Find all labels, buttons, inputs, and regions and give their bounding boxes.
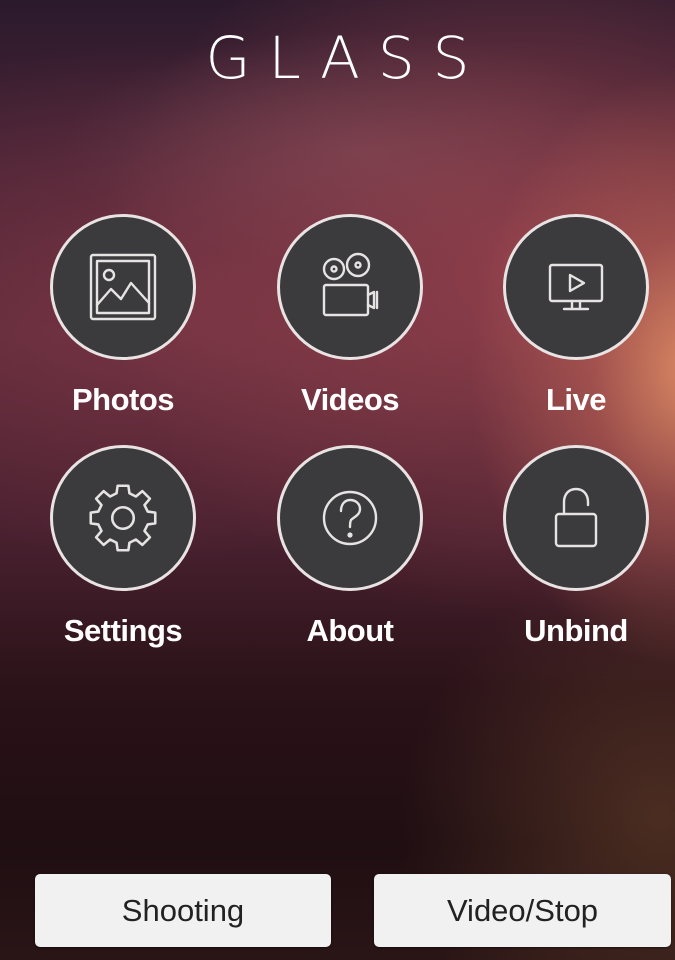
video-stop-button[interactable]: Video/Stop [374, 874, 671, 947]
unbind-button[interactable] [503, 445, 649, 591]
settings-button[interactable] [50, 445, 196, 591]
about-label: About [306, 613, 394, 648]
glass-home-screen: GLASS Photos Videos Live Settings About … [0, 0, 675, 960]
video-camera-icon [322, 252, 379, 317]
settings-label: Settings [63, 613, 183, 648]
about-button[interactable] [277, 445, 423, 591]
question-icon [322, 490, 378, 546]
live-button[interactable] [503, 214, 649, 360]
photo-icon [89, 253, 157, 321]
photos-button[interactable] [50, 214, 196, 360]
videos-button[interactable] [277, 214, 423, 360]
videos-label: Videos [300, 382, 400, 417]
unbind-label: Unbind [524, 613, 628, 648]
unbind-tile[interactable]: Unbind [479, 445, 675, 665]
settings-tile[interactable]: Settings [26, 445, 226, 665]
shooting-button[interactable]: Shooting [35, 874, 331, 947]
live-label: Live [545, 382, 607, 417]
about-tile[interactable]: About [253, 445, 453, 665]
photos-tile[interactable]: Photos [26, 214, 226, 434]
live-tile[interactable]: Live [479, 214, 675, 434]
unlock-icon [554, 487, 598, 548]
photos-label: Photos [71, 382, 175, 417]
live-monitor-icon [548, 263, 604, 311]
gear-icon [89, 484, 157, 552]
app-title: GLASS [205, 24, 488, 92]
videos-tile[interactable]: Videos [253, 214, 453, 434]
